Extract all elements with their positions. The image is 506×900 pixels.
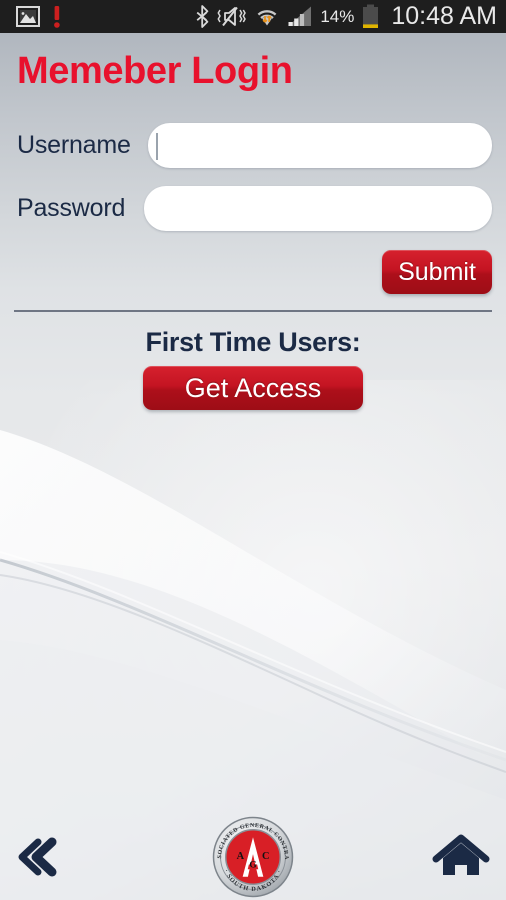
text-cursor — [156, 133, 158, 160]
svg-text:G: G — [249, 860, 257, 870]
username-label: Username — [17, 131, 131, 159]
get-access-button[interactable]: Get Access — [143, 366, 363, 410]
password-label: Password — [17, 194, 126, 222]
status-bar-right-icons: 14% 10:48 AM — [195, 2, 506, 31]
mobile-screen: 14% 10:48 AM Memeber Login Username Pass… — [0, 0, 506, 900]
username-field-row: Username — [0, 123, 506, 171]
battery-percent-label: 14% — [320, 6, 355, 26]
bluetooth-icon — [196, 5, 209, 28]
bottom-navigation-bar: THE ASSOCIATED GENERAL CONTRACTORS · SOU… — [0, 800, 506, 900]
battery-icon — [363, 4, 379, 28]
password-input[interactable] — [144, 186, 492, 231]
first-time-users-heading: First Time Users: — [145, 327, 361, 357]
status-bar-clock: 10:48 AM — [391, 2, 497, 30]
svg-text:C: C — [262, 851, 269, 862]
submit-button[interactable]: Submit — [382, 250, 492, 294]
agc-south-dakota-logo: THE ASSOCIATED GENERAL CONTRACTORS · SOU… — [203, 806, 300, 900]
home-button[interactable] — [430, 832, 492, 882]
status-bar-left-icons — [0, 5, 61, 28]
login-screen-content: Memeber Login Username Password Submit F… — [0, 0, 506, 900]
double-chevron-left-icon — [18, 837, 57, 877]
home-icon — [432, 834, 490, 875]
page-title: Memeber Login — [17, 50, 293, 92]
alert-exclamation-icon — [54, 5, 60, 28]
username-input[interactable] — [148, 123, 492, 168]
gallery-image-icon — [16, 6, 40, 27]
cellular-signal-icon — [288, 6, 312, 26]
back-button[interactable] — [8, 832, 70, 882]
sound-muted-vibrate-icon — [217, 6, 247, 27]
svg-text:A: A — [237, 851, 245, 862]
password-field-row: Password — [0, 186, 506, 234]
status-bar: 14% 10:48 AM — [0, 0, 506, 33]
wifi-icon — [257, 10, 277, 26]
section-divider — [14, 310, 492, 312]
